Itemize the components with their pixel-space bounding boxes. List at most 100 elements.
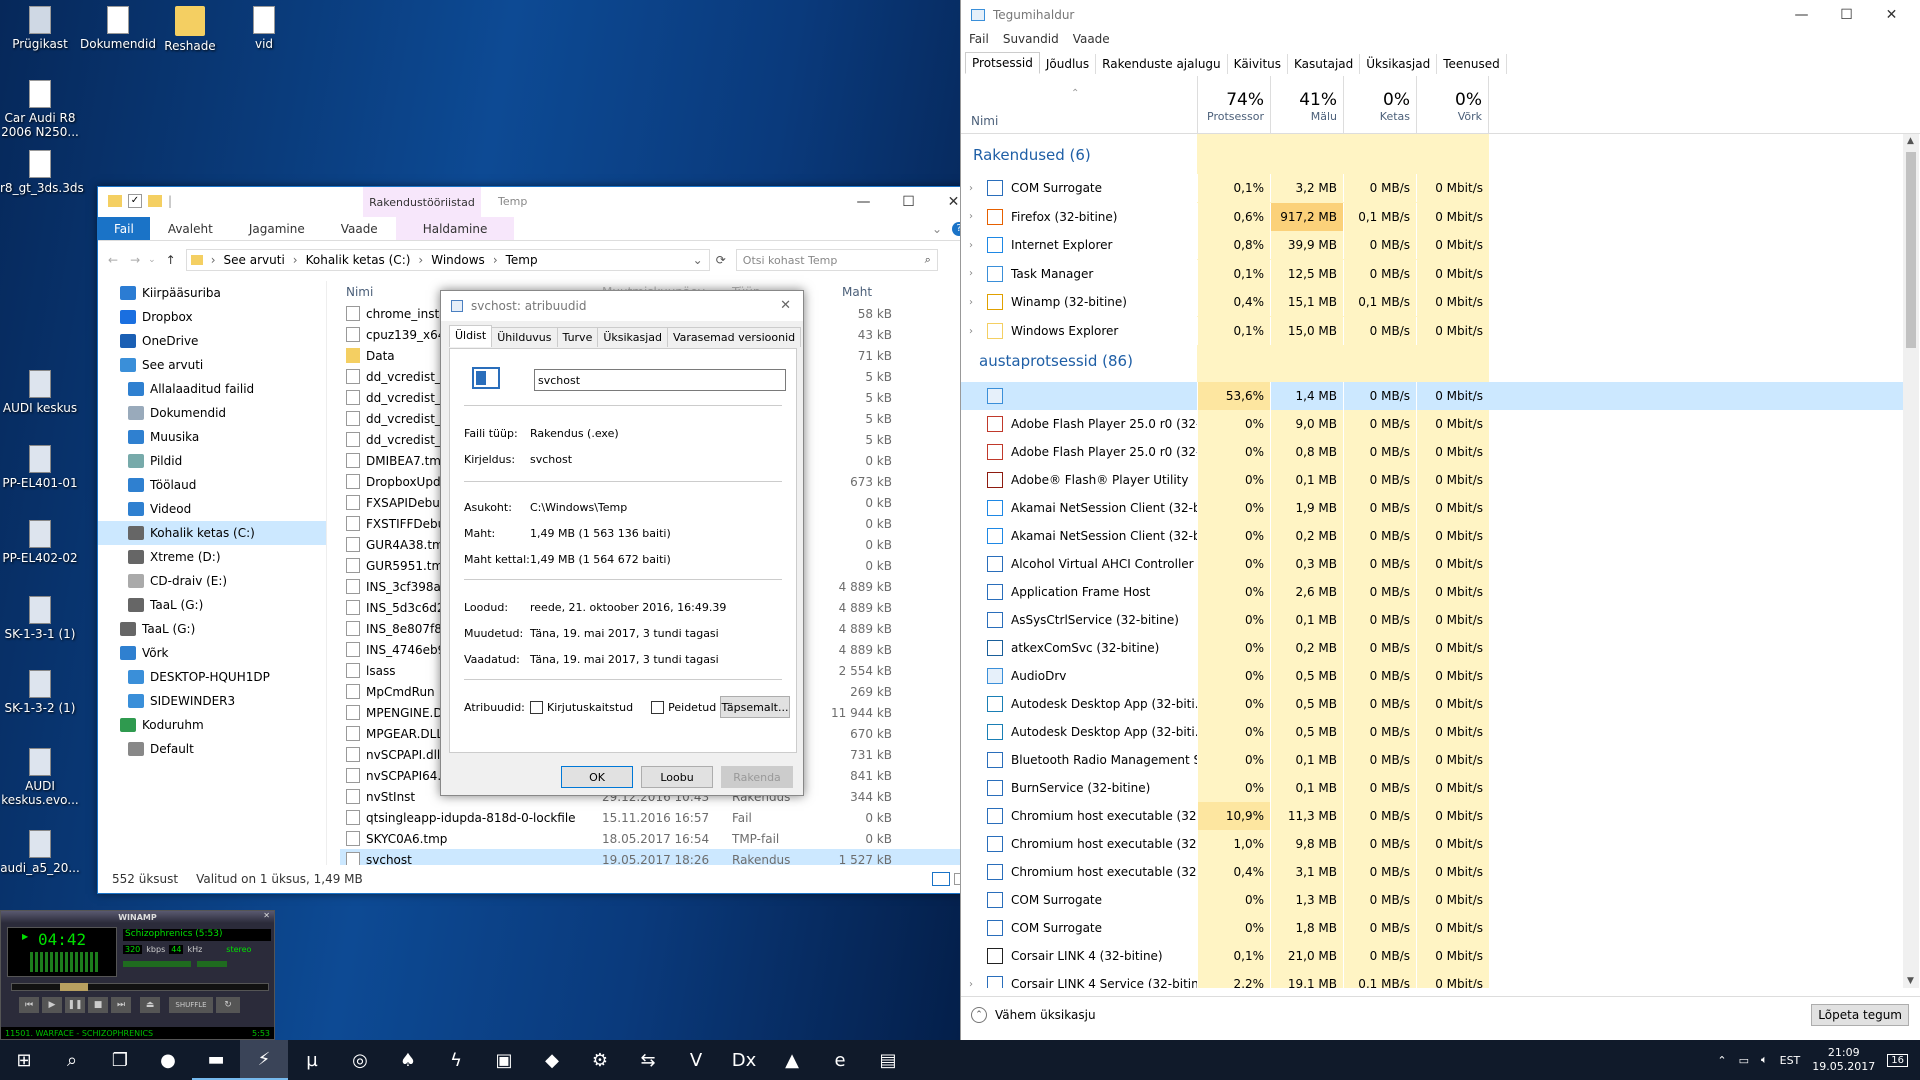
filename-field[interactable]: svchost xyxy=(534,369,786,391)
nav-item[interactable]: Default xyxy=(98,737,326,761)
process-row[interactable]: › Firefox (32-bitine) 0,6% 917,2 MB 0,1 MB/s… xyxy=(961,202,1911,231)
utorrent-icon[interactable]: µ xyxy=(288,1040,336,1080)
nav-item[interactable]: CD-draiv (E:) xyxy=(98,569,326,593)
process-row[interactable]: Application Frame Host 0% 2,6 MB 0 MB/s 0 Mb… xyxy=(961,578,1911,606)
readonly-checkbox[interactable]: Kirjutuskaitstud xyxy=(530,701,633,714)
breadcrumb-item[interactable]: Windows xyxy=(431,253,485,267)
close-icon[interactable]: ✕ xyxy=(263,911,270,920)
flash-icon[interactable]: ϟ xyxy=(432,1040,480,1080)
eject-icon[interactable]: ⏏ xyxy=(140,997,160,1013)
close-button[interactable]: ✕ xyxy=(1869,0,1914,30)
column-memory[interactable]: 41% Mälu xyxy=(1270,76,1343,134)
refresh-icon[interactable]: ⟳ xyxy=(716,253,726,267)
tab-home[interactable]: Avaleht xyxy=(150,217,231,240)
vivaldi-icon[interactable]: V xyxy=(672,1040,720,1080)
process-row[interactable]: › COM Surrogate 0,1% 3,2 MB 0 MB/s 0 Mbit/s xyxy=(961,174,1911,202)
process-row[interactable]: Autodesk Desktop App (32-biti... 0% 0,5 MB… xyxy=(961,690,1911,718)
process-row[interactable]: Alcohol Virtual AHCI Controller ... 0% 0,3… xyxy=(961,550,1911,578)
nav-item[interactable]: Kohalik ketas (C:) xyxy=(98,521,326,545)
desktop-icon[interactable]: Car Audi R8 2006 N250... xyxy=(0,80,80,139)
process-row[interactable]: › Winamp (32-bitine) 0,4% 15,1 MB 0,1 MB/s 0 … xyxy=(961,288,1911,317)
scroll-down-icon[interactable]: ▼ xyxy=(1907,976,1914,986)
tab-manage[interactable]: Haldamine xyxy=(395,217,515,240)
process-row[interactable]: Akamai NetSession Client (32-b... 0% 1,9 M… xyxy=(961,494,1911,522)
nav-item[interactable]: Dokumendid xyxy=(98,401,326,425)
desktop-icon[interactable]: AUDI keskus.evo... xyxy=(0,748,80,807)
process-row[interactable]: AudioDrv 0% 0,5 MB 0 MB/s 0 Mbit/s xyxy=(961,662,1911,690)
file-row[interactable]: SKYC0A6.tmp 18.05.2017 16:54 TMP-fail 0 kB xyxy=(340,828,968,849)
process-row[interactable]: COM Surrogate 0% 1,8 MB 0 MB/s 0 Mbit/s xyxy=(961,914,1911,942)
tab-details[interactable]: Üksikasjad xyxy=(1360,54,1438,74)
app2-icon[interactable]: ▲ xyxy=(768,1040,816,1080)
task-view-icon[interactable]: ❐ xyxy=(96,1040,144,1080)
process-row[interactable]: 53,6% 1,4 MB 0 MB/s 0 Mbit/s xyxy=(961,382,1911,410)
back-icon[interactable]: ← xyxy=(108,253,118,267)
desktop-icon[interactable]: PP-EL401-01 xyxy=(0,445,80,490)
cancel-button[interactable]: Loobu xyxy=(641,766,713,788)
tab-services[interactable]: Teenused xyxy=(1437,54,1507,74)
menu-file[interactable]: Fail xyxy=(969,32,989,46)
desktop-icon[interactable]: audi_a5_20... xyxy=(0,830,80,875)
process-row[interactable]: Chromium host executable (32-... 0,4% 3,1 … xyxy=(961,858,1911,886)
expand-chevron-icon[interactable]: › xyxy=(969,211,973,222)
process-row[interactable]: Chromium host executable (32-... 10,9% 11,… xyxy=(961,802,1911,830)
clock[interactable]: 21:09 19.05.2017 xyxy=(1812,1046,1875,1074)
minimize-button[interactable]: — xyxy=(1779,0,1824,30)
checkbox-box[interactable] xyxy=(651,701,665,714)
pause-icon[interactable]: ❚❚ xyxy=(65,997,85,1013)
maximize-button[interactable]: ☐ xyxy=(886,187,931,217)
tray-chevron-icon[interactable]: ⌃ xyxy=(1717,1054,1726,1067)
process-row[interactable]: Autodesk Desktop App (32-biti... 0% 0,5 MB… xyxy=(961,718,1911,746)
nav-item[interactable]: See arvuti xyxy=(98,353,326,377)
nav-item[interactable]: Pildid xyxy=(98,449,326,473)
nav-item[interactable]: Võrk xyxy=(98,641,326,665)
teamviewer-icon[interactable]: ⇆ xyxy=(624,1040,672,1080)
minimize-button[interactable]: — xyxy=(841,187,886,217)
expand-chevron-icon[interactable]: › xyxy=(969,183,973,194)
details-view-icon[interactable] xyxy=(932,872,950,886)
file-row[interactable]: svchost 19.05.2017 18:26 Rakendus 1 527 kB xyxy=(340,849,968,865)
notification-icon[interactable]: 16 xyxy=(1887,1053,1908,1067)
dialog-titlebar[interactable]: svchost: atribuudid ✕ xyxy=(441,291,803,321)
breadcrumb-item[interactable]: Temp xyxy=(506,253,538,267)
column-cpu[interactable]: 74% Protsessor xyxy=(1197,76,1270,134)
process-row[interactable]: › Windows Explorer 0,1% 15,0 MB 0 MB/s 0 Mbit… xyxy=(961,317,1911,345)
expand-chevron-icon[interactable]: › xyxy=(969,240,973,251)
tab-file[interactable]: Fail xyxy=(98,217,150,240)
process-row[interactable]: AsSysCtrlService (32-bitine) 0% 0,1 MB 0 MB… xyxy=(961,606,1911,634)
search-icon[interactable]: ⌕ xyxy=(48,1040,96,1080)
process-row[interactable]: Akamai NetSession Client (32-b... 0% 0,2 M… xyxy=(961,522,1911,550)
firefox-icon[interactable]: ● xyxy=(144,1040,192,1080)
checkbox-box[interactable] xyxy=(530,701,543,714)
tab-users[interactable]: Kasutajad xyxy=(1288,54,1361,74)
nav-item[interactable]: Dropbox xyxy=(98,305,326,329)
balance-slider[interactable] xyxy=(197,961,227,967)
nav-item[interactable]: TaaL (G:) xyxy=(98,593,326,617)
nav-item[interactable]: Videod xyxy=(98,497,326,521)
taskmgr-scrollbar[interactable]: ▲ ▼ xyxy=(1903,134,1919,988)
search-box[interactable]: Otsi kohast Temp ⌕ xyxy=(735,249,938,271)
column-size[interactable]: Maht xyxy=(842,285,922,299)
expand-chevron-icon[interactable]: › xyxy=(969,297,973,308)
apply-button[interactable]: Rakenda xyxy=(721,766,793,788)
column-name[interactable]: Nimi xyxy=(971,114,998,128)
process-row[interactable]: BurnService (32-bitine) 0% 0,1 MB 0 MB/s 0 M… xyxy=(961,774,1911,802)
tab-processes[interactable]: Protsessid xyxy=(965,52,1040,74)
nav-item[interactable]: Koduruhm xyxy=(98,713,326,737)
nav-item[interactable]: Muusika xyxy=(98,425,326,449)
process-row[interactable]: Corsair LINK 4 (32-bitine) 0,1% 21,0 MB 0 M… xyxy=(961,942,1911,970)
hidden-checkbox[interactable]: Peidetud xyxy=(651,701,716,714)
desktop-icon[interactable]: PP-EL402-02 xyxy=(0,520,80,565)
tab-startup[interactable]: Käivitus xyxy=(1228,54,1289,74)
tab-compatibility[interactable]: Ühilduvus xyxy=(491,327,558,347)
chevron-down-icon[interactable]: ⌄ xyxy=(693,253,703,267)
nav-item[interactable]: DESKTOP-HQUH1DP xyxy=(98,665,326,689)
volume-slider[interactable] xyxy=(123,961,191,967)
forward-icon[interactable]: → xyxy=(130,253,140,267)
desktop-icon[interactable]: SK-1-3-2 (1) xyxy=(0,670,80,715)
desktop-icon[interactable]: Dokumendid xyxy=(78,6,158,51)
start-icon[interactable]: ⊞ xyxy=(0,1040,48,1080)
previous-icon[interactable]: ⏮ xyxy=(19,997,39,1013)
desktop-icon[interactable]: Prügikast xyxy=(0,6,80,51)
process-row[interactable]: atkexComSvc (32-bitine) 0% 0,2 MB 0 MB/s 0 M… xyxy=(961,634,1911,662)
